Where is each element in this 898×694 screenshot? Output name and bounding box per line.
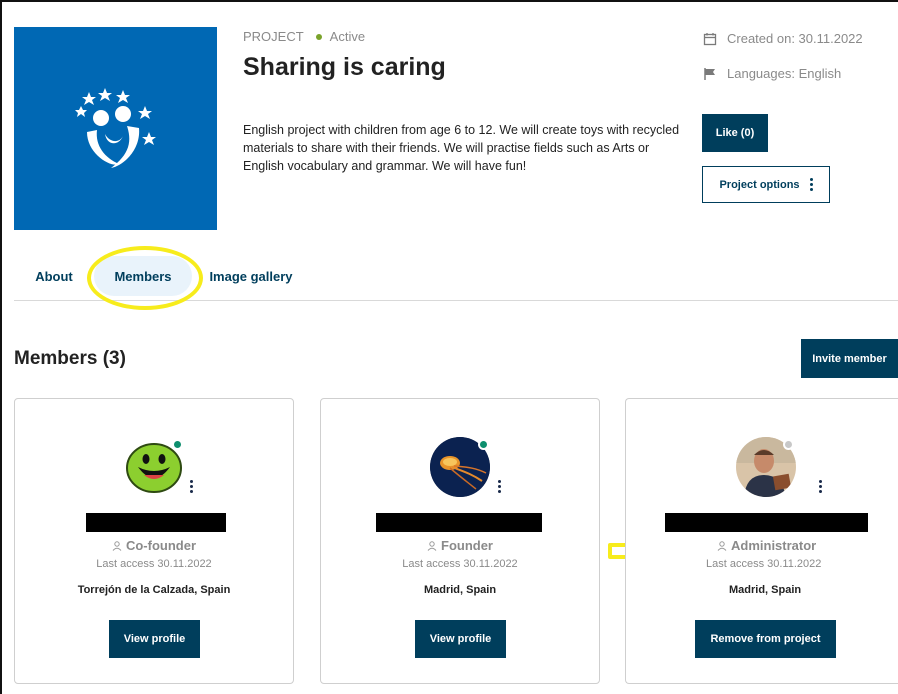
member-role: Co-founder <box>15 538 293 553</box>
online-status-icon <box>172 439 183 450</box>
redacted-name <box>376 513 542 532</box>
remove-from-project-button[interactable]: Remove from project <box>695 620 836 658</box>
tab-members[interactable]: Members <box>94 256 192 296</box>
offline-status-icon <box>783 439 794 450</box>
project-options-label: Project options <box>719 178 800 191</box>
tab-about[interactable]: About <box>14 256 94 296</box>
invite-member-button[interactable]: Invite member <box>801 339 898 378</box>
project-logo <box>14 27 217 230</box>
project-description: English project with children from age 6… <box>243 123 680 173</box>
kebab-menu-icon <box>190 480 193 493</box>
project-title: Sharing is caring <box>243 53 446 81</box>
sharing-logo-icon <box>74 87 156 168</box>
user-icon <box>112 540 122 551</box>
flag-icon <box>704 67 715 80</box>
project-options-button[interactable]: Project options <box>702 166 830 203</box>
tab-divider <box>14 300 898 301</box>
last-access: Last access 30.11.2022 <box>402 558 518 570</box>
member-menu-button[interactable] <box>498 470 501 493</box>
languages: Languages: English <box>703 66 841 81</box>
project-label: PROJECT <box>243 29 304 44</box>
member-card: Founder Last access 30.11.2022 Madrid, S… <box>320 398 600 684</box>
member-card: Administrator Last access 30.11.2022 Mad… <box>625 398 898 684</box>
last-access: Last access 30.11.2022 <box>96 558 212 570</box>
tab-bar: About Members Image gallery <box>14 256 310 300</box>
redacted-name <box>665 513 868 532</box>
project-status-line: PROJECT Active <box>243 29 365 44</box>
project-status: Active <box>329 29 366 44</box>
member-role-text: Co-founder <box>125 538 197 553</box>
user-icon <box>717 540 727 551</box>
languages-text: Languages: English <box>727 66 842 81</box>
member-location: Madrid, Spain <box>423 584 497 596</box>
member-role: Administrator <box>626 538 898 553</box>
kebab-menu-icon <box>498 480 501 493</box>
member-menu-button[interactable] <box>819 470 822 493</box>
members-heading: Members (3) <box>14 348 126 369</box>
member-card: Co-founder Last access 30.11.2022 Torrej… <box>14 398 294 684</box>
calendar-icon <box>703 32 717 45</box>
user-icon <box>427 540 437 551</box>
member-role-text: Administrator <box>731 538 817 553</box>
last-access: Last access 30.11.2022 <box>706 558 822 570</box>
view-profile-button[interactable]: View profile <box>109 620 200 658</box>
created-date-text: Created on: 30.11.2022 <box>727 31 863 46</box>
view-profile-button[interactable]: View profile <box>415 620 506 658</box>
created-date: Created on: 30.11.2022 <box>703 31 863 46</box>
member-location: Madrid, Spain <box>729 584 802 596</box>
member-location: Torrejón de la Calzada, Spain <box>77 584 231 596</box>
online-status-icon <box>478 439 489 450</box>
tab-image-gallery[interactable]: Image gallery <box>192 256 310 296</box>
status-dot-icon <box>315 33 322 40</box>
member-menu-button[interactable] <box>190 470 193 493</box>
kebab-menu-icon <box>819 480 822 493</box>
member-role-text: Founder <box>441 538 493 553</box>
kebab-menu-icon <box>809 178 813 191</box>
redacted-name <box>86 513 226 532</box>
like-button[interactable]: Like (0) <box>702 114 768 152</box>
member-role: Founder <box>321 538 599 553</box>
